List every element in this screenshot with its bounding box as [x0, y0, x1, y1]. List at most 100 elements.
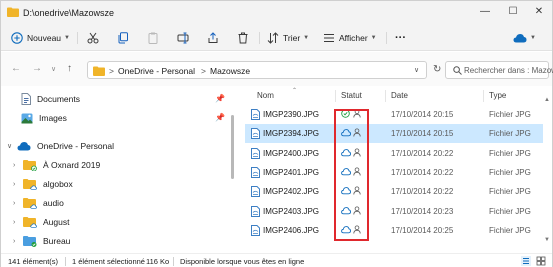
chevron-right-icon[interactable]: › [13, 219, 23, 226]
file-type: Fichier JPG [489, 167, 531, 177]
breadcrumb-mazowsze[interactable]: Mazowsze [210, 66, 250, 76]
scroll-up-icon[interactable]: ▲ [544, 97, 550, 103]
file-row[interactable]: IMGP2390.JPG 17/10/2014 20:15 Fichier JPG [245, 105, 543, 124]
scissors-icon [87, 32, 99, 44]
chevron-right-icon[interactable]: › [13, 238, 23, 245]
file-list-scrollbar[interactable]: ▲ ▼ [544, 97, 551, 247]
address-dropdown-icon[interactable]: ∨ [414, 66, 419, 74]
chevron-right-icon[interactable]: › [13, 162, 23, 169]
maximize-button[interactable]: ☐ [503, 1, 523, 23]
file-type: Fichier JPG [489, 148, 531, 158]
new-button[interactable]: Nouveau ▼ [11, 29, 70, 47]
item-count: 141 élément(s) [8, 257, 59, 266]
share-button[interactable] [207, 29, 219, 47]
file-date: 17/10/2014 20:22 [391, 187, 454, 197]
file-row[interactable]: IMGP2401.JPG 17/10/2014 20:22 Fichier JPG [245, 163, 543, 182]
clipboard-icon [148, 32, 158, 44]
sort-button[interactable]: Trier ▼ [267, 29, 309, 47]
file-row[interactable]: IMGP2402.JPG 17/10/2014 20:22 Fichier JPG [245, 182, 543, 201]
file-row[interactable]: IMGP2403.JPG 17/10/2014 20:23 Fichier JPG [245, 202, 543, 221]
refresh-icon[interactable]: ↻ [433, 64, 441, 75]
file-type: Fichier JPG [489, 206, 531, 216]
file-name: IMGP2394.JPG [263, 129, 320, 139]
chevron-down-icon[interactable]: ∨ [7, 142, 17, 150]
copy-button[interactable] [117, 29, 129, 47]
jpg-file-icon [251, 224, 260, 236]
folder-cloud-icon [23, 236, 37, 247]
nav-item-folder[interactable]: › August [13, 214, 69, 230]
pin-icon[interactable]: 📌 [215, 94, 225, 103]
nav-item-folder[interactable]: › À Oxnard 2019 [13, 157, 100, 173]
delete-button[interactable] [237, 29, 249, 47]
toolbar-divider [386, 32, 387, 44]
file-row[interactable]: IMGP2394.JPG 17/10/2014 20:15 Fichier JPG [245, 124, 543, 144]
nav-item-folder[interactable]: › Bureau [13, 233, 70, 249]
nav-item-label: audio [43, 198, 64, 208]
column-divider[interactable] [335, 90, 336, 102]
folder-cloud-icon [23, 179, 37, 190]
file-date: 17/10/2014 20:22 [391, 167, 454, 177]
file-name: IMGP2403.JPG [263, 206, 320, 216]
documents-icon [21, 93, 31, 105]
breadcrumb-onedrive[interactable]: OneDrive - Personal [118, 66, 195, 76]
nav-scrollbar[interactable] [230, 87, 236, 253]
file-type: Fichier JPG [489, 187, 531, 197]
jpg-file-icon [251, 186, 260, 198]
column-header-name[interactable]: Nom [257, 91, 274, 100]
address-bar[interactable]: > OneDrive - Personal > Mazowsze ∨ [87, 61, 427, 79]
paste-button[interactable] [147, 29, 159, 47]
jpg-file-icon [251, 166, 260, 178]
details-view-icon[interactable] [521, 256, 531, 266]
nav-item-onedrive[interactable]: ∨ OneDrive - Personal [7, 138, 114, 154]
cloud-icon [513, 34, 527, 43]
share-icon [208, 32, 218, 43]
breadcrumb-separator: > [109, 66, 114, 76]
forward-arrow-icon[interactable]: → [32, 63, 42, 74]
view-button[interactable]: Afficher ▼ [323, 29, 377, 47]
rename-button[interactable] [177, 29, 189, 47]
pin-icon[interactable]: 📌 [215, 113, 225, 122]
sort-icon [267, 32, 279, 44]
close-button[interactable]: ✕ [529, 1, 549, 23]
tiles-view-icon[interactable] [536, 256, 546, 266]
breadcrumb-separator: > [201, 66, 206, 76]
availability-status: Disponible lorsque vous êtes en ligne [180, 257, 305, 266]
folder-icon [93, 66, 105, 76]
nav-item-documents[interactable]: Documents [21, 91, 80, 107]
column-divider[interactable] [385, 90, 386, 102]
scroll-down-icon[interactable]: ▼ [544, 237, 550, 243]
file-row[interactable]: IMGP2406.JPG 17/10/2014 20:25 Fichier JPG [245, 221, 543, 240]
column-divider[interactable] [483, 90, 484, 102]
nav-item-images[interactable]: Images [21, 110, 67, 126]
view-icon [324, 34, 334, 42]
nav-item-label: Images [39, 113, 67, 123]
images-icon [21, 113, 33, 123]
column-header-date[interactable]: Date [391, 91, 408, 100]
file-row[interactable]: IMGP2400.JPG 17/10/2014 20:22 Fichier JPG [245, 144, 543, 163]
more-options-button[interactable]: ··· [395, 29, 406, 47]
back-arrow-icon[interactable]: ← [11, 63, 21, 74]
trash-icon [238, 32, 248, 44]
chevron-right-icon[interactable]: › [13, 181, 23, 188]
folder-cloud-icon [23, 198, 37, 209]
column-header-type[interactable]: Type [489, 91, 506, 100]
file-name: IMGP2402.JPG [263, 187, 320, 197]
column-header-status[interactable]: Statut [341, 91, 362, 100]
onedrive-button[interactable]: ▼ [513, 29, 536, 47]
chevron-right-icon[interactable]: › [13, 200, 23, 207]
search-box[interactable]: Rechercher dans : Mazowsze [445, 61, 553, 79]
search-placeholder: Rechercher dans : Mazowsze [464, 66, 553, 75]
nav-item-label: August [43, 217, 70, 227]
nav-item-folder[interactable]: › algobox [13, 176, 73, 192]
status-highlight-box [334, 109, 369, 241]
nav-item-folder[interactable]: › audio [13, 195, 64, 211]
minimize-button[interactable]: — [475, 1, 495, 23]
up-arrow-icon[interactable]: ↑ [67, 63, 72, 74]
address-row: ← → ∨ ↑ > OneDrive - Personal > Mazowsze… [1, 52, 553, 86]
toolbar-divider [259, 32, 260, 44]
nav-item-label: Bureau [43, 236, 71, 246]
nav-scrollbar-thumb[interactable] [231, 115, 234, 179]
history-chevron-icon[interactable]: ∨ [51, 65, 56, 73]
cut-button[interactable] [87, 29, 99, 47]
new-label: Nouveau [27, 33, 62, 43]
